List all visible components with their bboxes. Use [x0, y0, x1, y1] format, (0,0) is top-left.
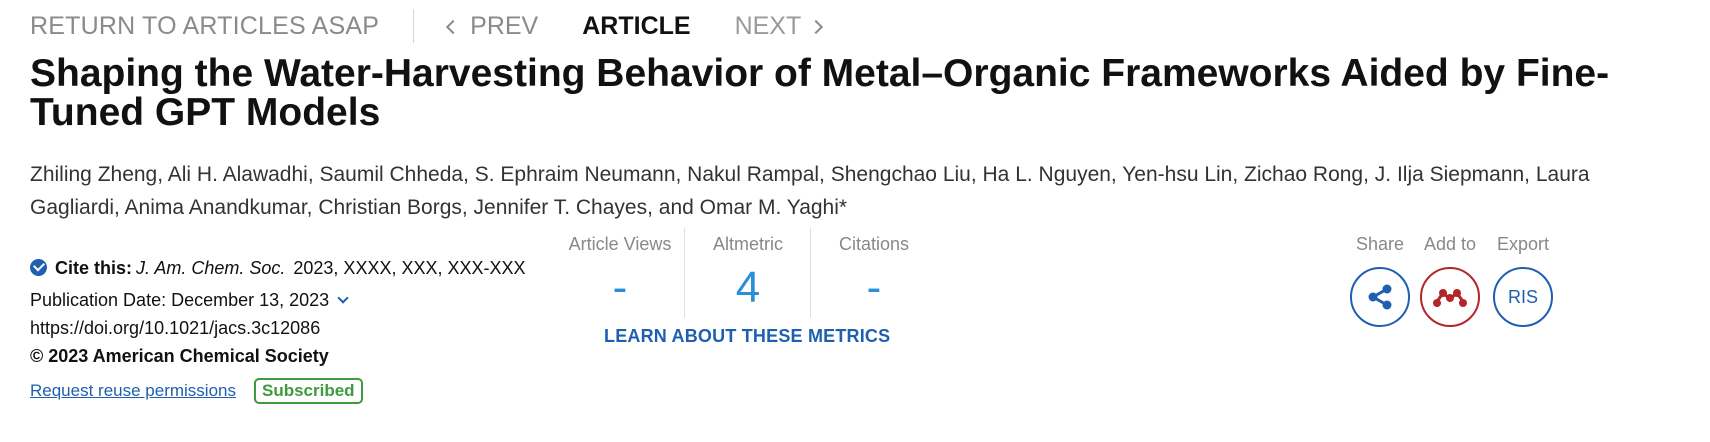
share-label: Share — [1355, 234, 1405, 254]
altmetric-metric[interactable]: Altmetric 4 — [684, 228, 811, 318]
mendeley-icon — [1433, 289, 1467, 307]
reuse-row: Request reuse permissions Subscribed — [30, 378, 550, 404]
chevron-down-icon — [337, 292, 349, 304]
altmetric-label: Altmetric — [712, 234, 783, 254]
nav-divider — [413, 9, 415, 43]
altmetric-value[interactable]: 4 — [685, 263, 811, 313]
share-button[interactable] — [1350, 267, 1410, 327]
add-to-mendeley-button[interactable] — [1420, 267, 1480, 327]
journal-name: J. Am. Chem. Soc. — [136, 258, 286, 278]
citation-values: 2023, XXXX, XXX, XXX-XXX — [293, 258, 526, 278]
export-action: Export RIS — [1483, 234, 1563, 327]
citations-label: Citations — [838, 234, 910, 254]
check-circle-icon — [30, 259, 47, 276]
add-to-action: Add to — [1410, 234, 1490, 327]
prev-label: PREV — [470, 11, 539, 40]
prev-article-link[interactable]: PREV — [446, 11, 539, 41]
article-views-value: - — [612, 263, 628, 312]
chevron-right-icon — [809, 19, 824, 35]
export-label: Export — [1496, 234, 1550, 254]
return-to-articles-link[interactable]: RETURN TO ARTICLES ASAP — [30, 12, 379, 41]
article-views-label: Article Views — [568, 234, 672, 254]
current-article-tab: ARTICLE — [582, 11, 691, 40]
learn-about-metrics-link[interactable]: LEARN ABOUT THESE METRICS — [604, 326, 890, 347]
share-icon — [1368, 284, 1392, 310]
doi-link[interactable]: https://doi.org/10.1021/jacs.3c12086 — [30, 314, 550, 342]
subscribed-badge: Subscribed — [253, 378, 363, 404]
publication-date-toggle[interactable]: Publication Date: December 13, 2023 — [30, 286, 550, 314]
article-metrics: Article Views - Altmetric 4 Citations - — [556, 228, 956, 328]
citations-value: - — [866, 263, 882, 312]
publication-date: Publication Date: December 13, 2023 — [30, 290, 330, 310]
chevron-left-icon — [446, 19, 461, 35]
export-ris-button[interactable]: RIS — [1493, 267, 1553, 327]
citation-block: Cite this: J. Am. Chem. Soc. 2023, XXXX, X… — [30, 254, 550, 404]
author-list[interactable]: Zhiling Zheng, Ali H. Alawadhi, Saumil C… — [30, 158, 1670, 224]
add-to-label: Add to — [1423, 234, 1477, 254]
article-title: Shaping the Water-Harvesting Behavior of… — [30, 52, 1610, 134]
copyright-notice: © 2023 American Chemical Society — [30, 346, 329, 366]
citations-metric: Citations - — [810, 228, 937, 318]
next-label: NEXT — [734, 11, 802, 40]
request-reuse-permissions-link[interactable]: Request reuse permissions — [30, 381, 236, 401]
share-action: Share — [1340, 234, 1420, 327]
cite-this-label: Cite this: — [55, 258, 133, 278]
cite-this-row[interactable]: Cite this: J. Am. Chem. Soc. 2023, XXXX, X… — [30, 254, 550, 282]
article-views-metric: Article Views - — [556, 228, 684, 318]
article-navigation: RETURN TO ARTICLES ASAP PREV ARTICLE NEX… — [30, 8, 824, 44]
next-article-link[interactable]: NEXT — [734, 11, 824, 41]
